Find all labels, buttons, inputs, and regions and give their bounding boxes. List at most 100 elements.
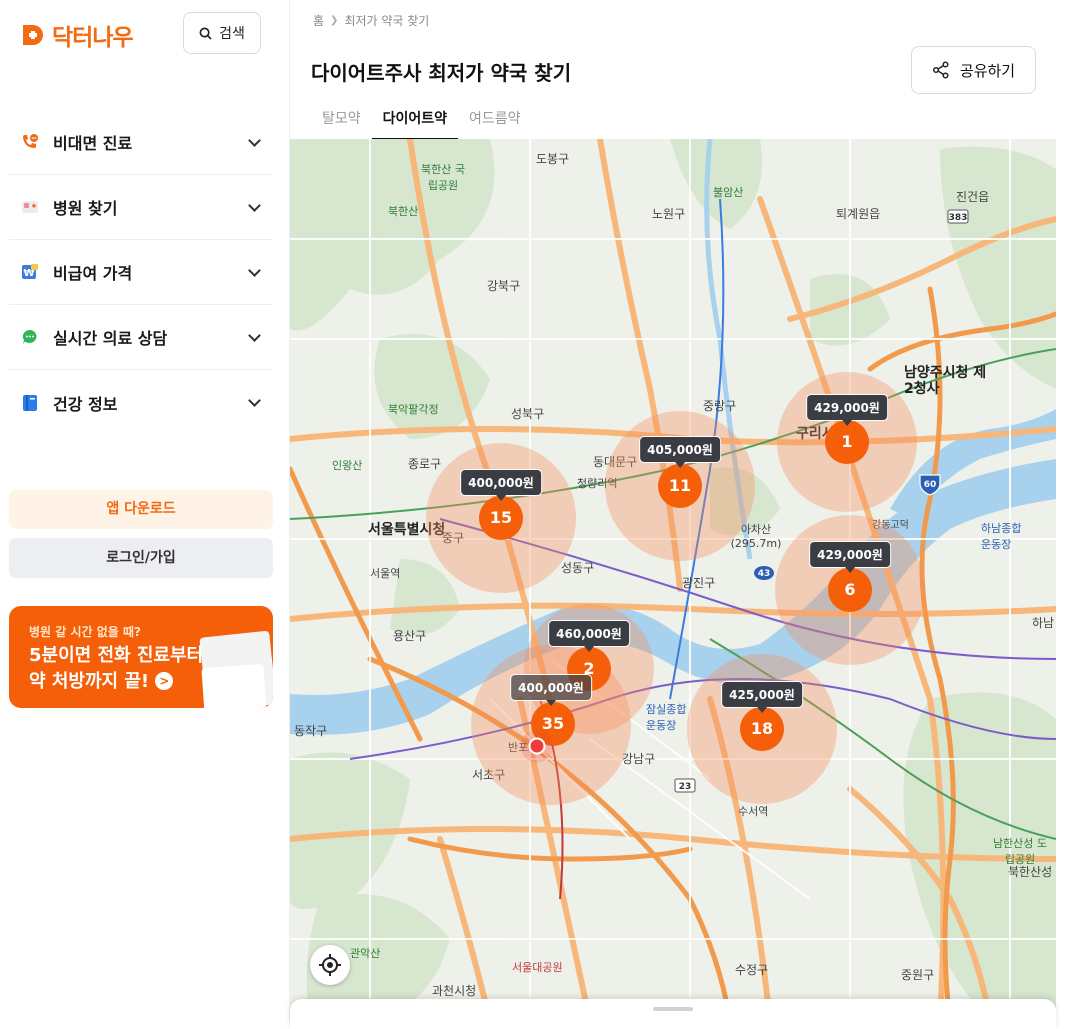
sidebar: 닥터나우 검색 비대면 진료 병원 찾기 ₩ 비급여 가격 실시간 의료 상담 …	[0, 0, 282, 1021]
promo-headline: 5분이면 전화 진료부터 약 처방까지 끝! >	[29, 643, 229, 695]
promo-banner[interactable]: 병원 갈 시간 없을 때? 5분이면 전화 진료부터 약 처방까지 끝! >	[9, 606, 273, 708]
price-tag[interactable]: 400,000원	[460, 469, 542, 501]
place-label: 강남구	[622, 752, 656, 766]
place-label: 인왕산	[332, 459, 363, 472]
place-label: 남양주시청 제2청사	[904, 365, 987, 397]
place-label: 수정구	[735, 963, 769, 977]
pharmacy-cluster[interactable]: 15	[479, 496, 523, 540]
breadcrumb-current: 최저가 약국 찾기	[344, 14, 430, 28]
chevron-down-icon	[248, 264, 261, 277]
phone-chat-icon	[23, 134, 38, 148]
place-label: 성동구	[561, 561, 595, 575]
sidebar-menu: 비대면 진료 병원 찾기 ₩ 비급여 가격 실시간 의료 상담 건강 정보	[9, 110, 273, 435]
chevron-down-icon	[248, 329, 261, 342]
place-label: 북한산	[388, 205, 419, 218]
place-label: 진건읍	[956, 190, 990, 204]
sidebar-item-label: 비급여 가격	[53, 264, 133, 283]
place-label: 서울역	[370, 567, 401, 580]
place-label: 동작구	[294, 724, 328, 738]
search-icon	[199, 27, 212, 40]
svg-text:60: 60	[924, 480, 937, 490]
pharmacy-cluster[interactable]: 6	[828, 568, 872, 612]
current-location-marker	[528, 737, 546, 755]
sidebar-item-label: 건강 정보	[53, 394, 118, 414]
my-location-button[interactable]	[310, 945, 350, 985]
price-tag[interactable]: 425,000원	[721, 681, 803, 713]
share-icon	[932, 61, 949, 79]
search-button[interactable]: 검색	[183, 12, 261, 54]
price-tag[interactable]: 429,000원	[809, 541, 891, 573]
place-label: 관악산	[350, 947, 381, 960]
page-title: 다이어트주사 최저가 약국 찾기	[311, 61, 572, 85]
pharmacy-cluster[interactable]: 1	[825, 420, 869, 464]
crosshair-icon	[319, 954, 341, 976]
tab-diet[interactable]: 다이어트약	[371, 100, 459, 140]
sidebar-item-price[interactable]: ₩ 비급여 가격	[9, 240, 273, 305]
place-label: 성북구	[511, 407, 545, 421]
hospital-map-icon	[22, 201, 38, 213]
promo-line1: 5분이면 전화 진료부터	[29, 645, 204, 666]
drag-handle[interactable]	[653, 1007, 693, 1011]
app-download-button[interactable]: 앱 다운로드	[9, 490, 273, 529]
price-tag[interactable]: 400,000원	[510, 674, 592, 706]
place-label: 용산구	[393, 629, 427, 643]
place-label: 수서역	[738, 805, 769, 818]
breadcrumb: 홈 ❯ 최저가 약국 찾기	[313, 12, 429, 29]
price-tag[interactable]: 429,000원	[806, 394, 888, 426]
place-label: 불암산	[713, 186, 744, 199]
pharmacy-map[interactable]: 383 60 43 23 도봉구 노원구 강북구 성북구 종로구 중구 서울특별…	[290, 139, 1056, 1021]
promo-line2: 약 처방까지 끝!	[29, 671, 150, 692]
logo-mark-icon	[23, 25, 43, 45]
place-label: 과천시청	[432, 984, 477, 998]
book-icon	[23, 394, 37, 411]
sidebar-item-label: 비대면 진료	[53, 134, 133, 153]
place-label: 중랑구	[703, 399, 737, 413]
sidebar-item-hospital[interactable]: 병원 찾기	[9, 175, 273, 240]
pharmacy-cluster[interactable]: 11	[658, 464, 702, 508]
tab-acne[interactable]: 여드름약	[458, 100, 532, 140]
login-button[interactable]: 로그인/가입	[9, 538, 273, 578]
chevron-right-icon: ❯	[330, 15, 339, 26]
price-tag[interactable]: 405,000원	[639, 436, 721, 468]
place-label: 퇴계원읍	[836, 207, 881, 221]
svg-text:43: 43	[758, 569, 771, 579]
brand-logo[interactable]: 닥터나우	[20, 18, 134, 52]
place-label: 하남	[1032, 616, 1055, 630]
place-label: 하남종합 운동장	[981, 522, 1022, 551]
share-button-label: 공유하기	[959, 61, 1016, 80]
sidebar-item-telemedicine[interactable]: 비대면 진료	[9, 110, 273, 175]
share-button[interactable]: 공유하기	[911, 46, 1036, 94]
price-tag-icon: ₩	[22, 264, 38, 279]
place-label: 도봉구	[536, 152, 570, 166]
sidebar-item-consult[interactable]: 실시간 의료 상담	[9, 305, 273, 370]
place-label: 서울대공원	[512, 961, 563, 974]
chevron-down-icon	[248, 199, 261, 212]
sidebar-item-label: 실시간 의료 상담	[53, 329, 168, 348]
map-base-layer: 383 60 43 23	[290, 139, 1056, 1021]
place-label: 북악팔각정	[388, 403, 439, 416]
tab-hair-loss[interactable]: 탈모약	[311, 100, 372, 140]
arrow-right-icon: >	[155, 672, 174, 690]
pharmacy-cluster[interactable]: 18	[740, 707, 784, 751]
chat-bubble-icon	[22, 329, 37, 344]
tab-bar: 탈모약 다이어트약 여드름약	[311, 100, 532, 140]
bottom-sheet[interactable]	[290, 999, 1056, 1029]
place-label: 광진구	[682, 576, 716, 590]
breadcrumb-home[interactable]: 홈	[313, 12, 324, 29]
sidebar-item-health-info[interactable]: 건강 정보	[9, 370, 273, 435]
place-label: 중원구	[901, 968, 935, 982]
svg-text:23: 23	[679, 782, 692, 792]
place-label: 북한산 국립공원	[421, 163, 465, 192]
sidebar-item-label: 병원 찾기	[53, 199, 118, 218]
svg-text:383: 383	[949, 213, 968, 223]
search-button-label: 검색	[219, 26, 245, 42]
place-label: 북한산성	[1008, 865, 1053, 879]
chevron-down-icon	[248, 394, 261, 407]
price-tag[interactable]: 460,000원	[548, 620, 630, 652]
place-label: 노원구	[652, 207, 686, 221]
promo-subtitle: 병원 갈 시간 없을 때?	[29, 625, 141, 639]
chevron-down-icon	[248, 134, 261, 147]
place-label: 종로구	[408, 457, 442, 471]
place-label: 강북구	[487, 279, 521, 293]
brand-name: 닥터나우	[52, 25, 134, 51]
